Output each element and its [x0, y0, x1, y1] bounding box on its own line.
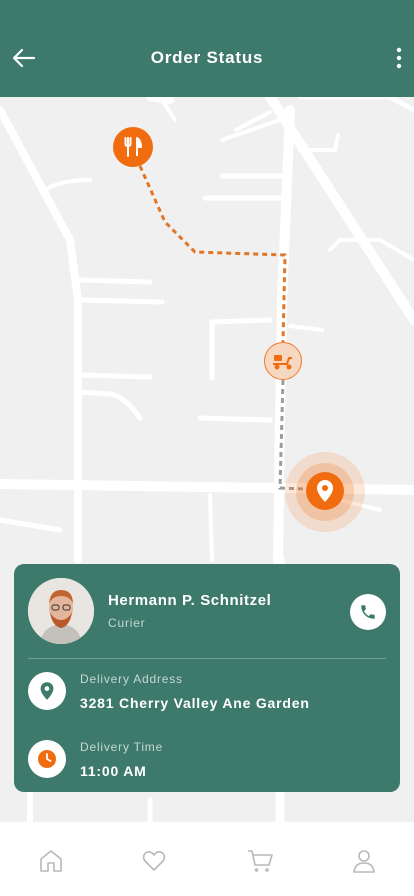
nav-favorites[interactable] [139, 846, 169, 876]
nav-home[interactable] [36, 846, 66, 876]
time-icon-badge [28, 740, 66, 778]
delivery-address-value: 3281 Cherry Valley Ane Garden [80, 695, 310, 711]
cart-icon [248, 850, 273, 872]
restaurant-marker[interactable] [113, 127, 153, 167]
more-vertical-icon [396, 47, 402, 69]
address-icon-badge [28, 672, 66, 710]
courier-marker[interactable] [264, 342, 302, 380]
courier-portrait [28, 578, 94, 644]
destination-marker[interactable] [306, 472, 344, 510]
courier-avatar [28, 578, 94, 644]
bottom-navigation [0, 822, 414, 896]
order-status-card: Hermann P. Schnitzel Curier Delivery Add… [14, 564, 400, 792]
nav-cart[interactable] [245, 846, 275, 876]
courier-role: Curier [108, 616, 146, 630]
page-title: Order Status [150, 48, 264, 67]
location-pin-icon [40, 682, 54, 700]
fork-knife-icon [124, 137, 142, 157]
location-pin-icon [317, 480, 333, 502]
delivery-time-label: Delivery Time [80, 740, 164, 754]
scooter-icon [273, 355, 292, 370]
delivery-address-label: Delivery Address [80, 672, 183, 686]
more-menu-button[interactable] [392, 44, 406, 72]
nav-profile[interactable] [349, 846, 379, 876]
heart-icon [142, 851, 166, 871]
delivery-time-value: 11:00 AM [80, 763, 147, 779]
courier-name: Hermann P. Schnitzel [108, 592, 272, 609]
clock-icon [38, 750, 56, 768]
app-header: Order Status [0, 0, 414, 97]
home-icon [40, 850, 62, 872]
call-courier-button[interactable] [350, 594, 386, 630]
user-icon [353, 850, 375, 873]
card-divider [28, 658, 386, 659]
phone-icon [361, 605, 375, 619]
